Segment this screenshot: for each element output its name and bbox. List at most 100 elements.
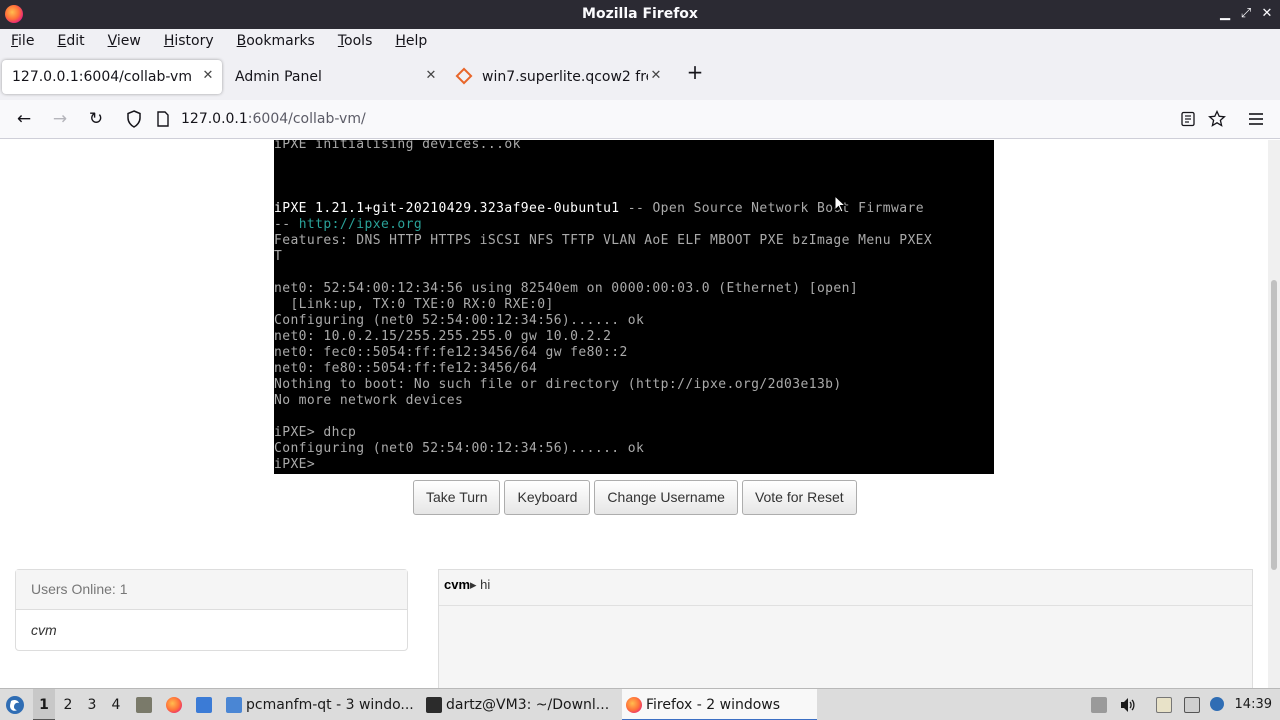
window-titlebar: Mozilla Firefox ▁ ⤢ ✕ [0, 0, 1280, 29]
url-host: 127.0.0.1 [181, 111, 248, 127]
keyboard-button[interactable]: Keyboard [504, 480, 591, 515]
terminal-banner-text: -- Open Source Network Boot Firmware [619, 201, 924, 216]
tray-notification-icon[interactable] [1091, 697, 1107, 713]
file-manager-launcher-icon[interactable] [136, 697, 152, 713]
workspace-2[interactable]: 2 [57, 689, 79, 720]
tab-label: win7.superlite.qcow2 fre [482, 69, 648, 85]
tab-close-icon[interactable]: ✕ [423, 68, 439, 84]
terminal-line: net0: fec0::5054:ff:fe12:3456/64 gw fe80… [274, 345, 628, 360]
window-title: Mozilla Firefox [582, 6, 698, 22]
vm-controls: Take Turn Keyboard Change Username Vote … [413, 480, 861, 515]
menu-help[interactable]: Help [395, 29, 427, 54]
update-icon[interactable] [1210, 697, 1224, 711]
chat-panel: cvm▸ hi [438, 569, 1253, 688]
task-firefox[interactable]: Firefox - 2 windows [622, 689, 817, 720]
tab-close-icon[interactable]: ✕ [200, 68, 216, 84]
terminal-line: Configuring (net0 52:54:00:12:34:56)....… [274, 313, 645, 328]
terminal-line: iPXE initialising devices...ok [274, 140, 521, 152]
page-scrollbar[interactable] [1268, 140, 1280, 688]
vm-display[interactable]: iPXE initialising devices...ok iPXE 1.21… [274, 140, 994, 474]
task-label: dartz@VM3: ~/Downl... [446, 697, 610, 713]
terminal-dash: -- [274, 217, 299, 232]
tab-strip: 127.0.0.1:6004/collab-vm/ ✕ Admin Panel … [0, 54, 1280, 100]
shield-icon[interactable] [126, 110, 142, 128]
close-window-icon[interactable]: ✕ [1257, 4, 1277, 24]
forward-button[interactable]: → [50, 109, 70, 129]
chat-divider [439, 605, 1252, 606]
page-content: iPXE initialising devices...ok iPXE 1.21… [0, 140, 1280, 688]
terminal-icon [426, 697, 442, 713]
scrollbar-thumb[interactable] [1271, 280, 1277, 570]
task-label: pcmanfm-qt - 3 windo... [246, 697, 414, 713]
terminal-line: net0: 52:54:00:12:34:56 using 82540em on… [274, 281, 859, 296]
terminal-line: Configuring (net0 52:54:00:12:34:56)....… [274, 441, 645, 456]
workspace-1[interactable]: 1 [33, 689, 55, 720]
chat-text: hi [476, 577, 491, 592]
start-menu-icon[interactable] [5, 695, 25, 715]
new-tab-button[interactable]: + [685, 62, 705, 82]
minimize-icon[interactable]: ▁ [1215, 4, 1235, 24]
terminal-line: net0: fe80::5054:ff:fe12:3456/64 [274, 361, 538, 376]
menu-tools[interactable]: Tools [338, 29, 373, 54]
terminal-line: Features: DNS HTTP HTTPS iSCSI NFS TFTP … [274, 233, 933, 248]
terminal-prompt: iPXE> [274, 457, 316, 472]
menu-file[interactable]: File [11, 29, 34, 54]
volume-icon[interactable] [1119, 697, 1137, 713]
tab-close-icon[interactable]: ✕ [648, 68, 664, 84]
menu-view[interactable]: View [108, 29, 141, 54]
show-desktop-icon[interactable] [196, 697, 212, 713]
terminal-url: http://ipxe.org [298, 217, 423, 232]
terminal-line: No more network devices [274, 393, 464, 408]
tab-label: Admin Panel [235, 69, 322, 85]
tab-label: 127.0.0.1:6004/collab-vm/ [12, 69, 192, 85]
menu-bookmarks[interactable]: Bookmarks [237, 29, 315, 54]
menu-history[interactable]: History [164, 29, 214, 54]
take-turn-button[interactable]: Take Turn [413, 480, 501, 515]
users-online-heading: Users Online: 1 [16, 570, 407, 610]
url-bar[interactable]: 127.0.0.1:6004/collab-vm/ [116, 104, 1242, 134]
page-icon[interactable] [156, 111, 170, 127]
bookmark-star-icon[interactable] [1208, 110, 1226, 128]
terminal-banner-version: iPXE 1.21.1+git-20210429.323af9ee-0ubunt… [274, 201, 620, 216]
back-button[interactable]: ← [14, 109, 34, 129]
firefox-icon [626, 697, 642, 713]
change-username-button[interactable]: Change Username [594, 480, 738, 515]
terminal-line: net0: 10.0.2.15/255.255.255.0 gw 10.0.2.… [274, 329, 612, 344]
taskbar: 1 2 3 4 pcmanfm-qt - 3 windo... dartz@VM… [0, 688, 1280, 720]
app-menu-icon[interactable] [1248, 111, 1264, 127]
firefox-launcher-icon[interactable] [166, 697, 182, 713]
network-icon[interactable] [1184, 697, 1200, 713]
reload-button[interactable]: ↻ [86, 109, 106, 129]
chat-username: cvm [444, 577, 471, 592]
favicon-icon [455, 67, 473, 85]
mouse-cursor-icon [834, 195, 846, 213]
tab-admin-panel[interactable]: Admin Panel ✕ [225, 60, 445, 94]
terminal-line: Nothing to boot: No such file or directo… [274, 377, 842, 392]
task-terminal[interactable]: dartz@VM3: ~/Downl... [422, 689, 617, 720]
task-label: Firefox - 2 windows [646, 697, 781, 713]
navigation-toolbar: ← → ↻ 127.0.0.1:6004/collab-vm/ [0, 100, 1280, 139]
user-list-item[interactable]: cvm [16, 610, 407, 638]
tab-win7-qcow2[interactable]: win7.superlite.qcow2 fre ✕ [450, 60, 670, 94]
reader-view-icon[interactable] [1180, 111, 1196, 127]
url-path: :6004/collab-vm/ [247, 111, 366, 127]
terminal-banner: iPXE 1.21.1+git-20210429.323af9ee-0ubunt… [274, 201, 924, 217]
vote-for-reset-button[interactable]: Vote for Reset [741, 480, 857, 515]
url-text[interactable]: 127.0.0.1:6004/collab-vm/ [181, 111, 366, 127]
terminal-line: iPXE> dhcp [274, 425, 357, 440]
clock[interactable]: 14:39 [1235, 689, 1272, 720]
task-pcmanfm[interactable]: pcmanfm-qt - 3 windo... [222, 689, 417, 720]
maximize-icon[interactable]: ⤢ [1236, 4, 1256, 24]
workspace-4[interactable]: 4 [105, 689, 127, 720]
menu-bar: File Edit View History Bookmarks Tools H… [0, 29, 1280, 54]
workspace-3[interactable]: 3 [81, 689, 103, 720]
users-online-panel: Users Online: 1 cvm [15, 569, 408, 651]
folder-icon [226, 697, 242, 713]
terminal-line: [Link:up, TX:0 TXE:0 RX:0 RXE:0] [274, 297, 554, 312]
terminal-banner-url-line: -- http://ipxe.org [274, 217, 422, 233]
menu-edit[interactable]: Edit [57, 29, 84, 54]
tab-collab-vm[interactable]: 127.0.0.1:6004/collab-vm/ ✕ [2, 60, 222, 94]
chat-message: cvm▸ hi [444, 577, 490, 593]
clipboard-icon[interactable] [1156, 697, 1172, 713]
terminal-line: T [274, 249, 283, 264]
